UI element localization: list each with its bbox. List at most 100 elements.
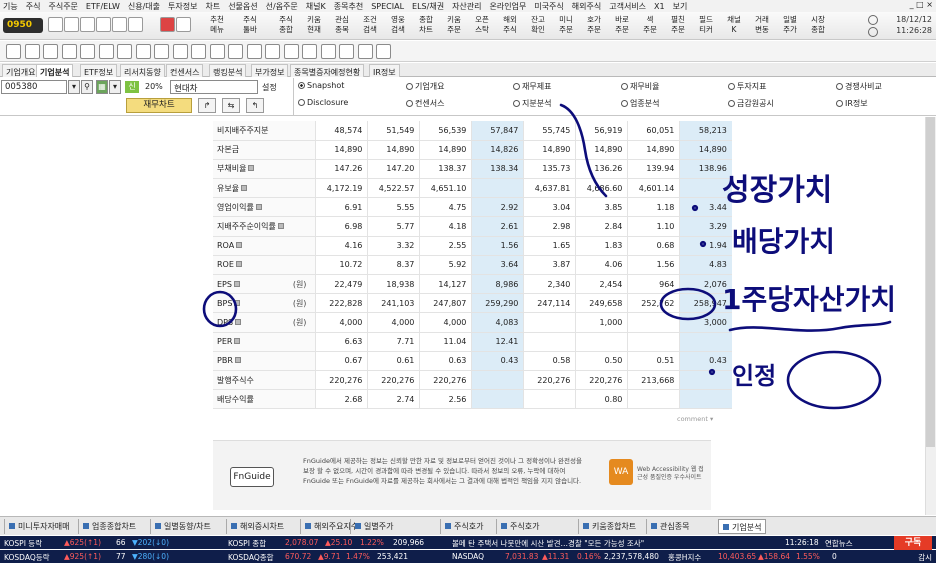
line-icon[interactable] [135, 44, 151, 59]
radio-dot[interactable] [836, 83, 843, 90]
cross-icon[interactable] [228, 44, 243, 59]
menu-item-5[interactable]: 투자정보 [168, 1, 197, 12]
info-icon[interactable] [248, 165, 255, 172]
expand-icon[interactable]: ↱ [198, 98, 216, 113]
vertical-scrollbar[interactable] [925, 117, 936, 515]
radio-dot[interactable] [406, 100, 413, 107]
menu-item-7[interactable]: 선물옵션 [228, 1, 257, 12]
toolbar-button-1[interactable]: 주식 툴바 [238, 15, 262, 35]
tab-1[interactable]: 기업분석 [36, 64, 74, 77]
info-icon[interactable] [234, 338, 241, 345]
clear-icon[interactable] [357, 44, 373, 59]
bottom-tab-3[interactable]: 해외증시차트 [226, 519, 288, 534]
menu-item-18[interactable]: X1 [654, 2, 665, 11]
info-icon[interactable] [236, 242, 243, 249]
menu-item-19[interactable]: 보기 [673, 1, 688, 12]
toolbar-button-21[interactable]: 시장 종합 [806, 15, 830, 35]
menu-item-17[interactable]: 고객서비스 [609, 1, 646, 12]
menu-item-4[interactable]: 신용/대출 [128, 1, 160, 12]
radio-option-0[interactable]: Snapshot [298, 81, 344, 90]
radio-option-7[interactable]: 컨센서스 [406, 98, 444, 109]
menu-item-15[interactable]: 미국주식 [534, 1, 563, 12]
toolbar-button-15[interactable]: 섹 주문 [638, 15, 662, 35]
toolbar-button-14[interactable]: 바로 주문 [610, 15, 634, 35]
menu-item-16[interactable]: 해외주식 [572, 1, 601, 12]
menu-item-13[interactable]: 자산관리 [452, 1, 481, 12]
toolbar-button-5[interactable]: 조건 검색 [358, 15, 382, 35]
watch-button[interactable]: 감시 [918, 552, 932, 563]
financial-chart-button[interactable]: 재무차트 [126, 98, 192, 113]
gear-icon[interactable] [176, 17, 191, 32]
radio-option-2[interactable]: 재무제표 [513, 81, 551, 92]
info-icon[interactable] [241, 184, 248, 191]
menu-item-2[interactable]: 주식주문 [48, 1, 77, 12]
bottom-tab-1[interactable]: 업종종합차트 [78, 519, 140, 534]
bars-icon[interactable] [376, 44, 391, 59]
toolbar-button-12[interactable]: 미니 주문 [554, 15, 578, 35]
screen-code-box[interactable]: 0950 [3, 18, 43, 33]
info-icon[interactable] [234, 299, 241, 306]
toolbar-button-9[interactable]: 오픈 스탁 [470, 15, 494, 35]
record-icon[interactable] [160, 17, 175, 32]
toolbar-button-6[interactable]: 영웅 검색 [386, 15, 410, 35]
tab-3[interactable]: 리서치동향 [120, 64, 165, 77]
bottom-tab-0[interactable]: 미니투자자매매 [4, 519, 74, 534]
cursor-icon[interactable] [117, 44, 132, 59]
radio-dot[interactable] [621, 100, 628, 107]
tab-4[interactable]: 컨센서스 [166, 64, 204, 77]
stock-code-input[interactable]: 005380 [1, 80, 67, 94]
radio-dot[interactable] [298, 82, 305, 89]
ellipse-icon[interactable] [302, 44, 317, 59]
toolbar-button-17[interactable]: 필드 티커 [694, 15, 718, 35]
menu-item-12[interactable]: ELS/채권 [412, 1, 444, 12]
radio-option-10[interactable]: 금감원공시 [728, 98, 774, 109]
stock-list-icon[interactable]: ▦ [96, 80, 108, 94]
channel-icon[interactable] [172, 44, 188, 59]
info-icon[interactable] [277, 223, 284, 230]
toolbar-button-19[interactable]: 거래 변동 [750, 15, 774, 35]
toolbar-button-4[interactable]: 관심 종목 [330, 15, 354, 35]
radio-dot[interactable] [513, 100, 520, 107]
menu-item-3[interactable]: ETF/ELW [86, 2, 120, 11]
toolbar-button-7[interactable]: 종합 차트 [414, 15, 438, 35]
toolbar-button-13[interactable]: 호가 주문 [582, 15, 606, 35]
toolbar-button-11[interactable]: 잔고 확인 [526, 15, 550, 35]
tab-6[interactable]: 부가정보 [251, 64, 289, 77]
radio-dot[interactable] [836, 100, 843, 107]
menu-item-10[interactable]: 종목추천 [334, 1, 363, 12]
note-icon[interactable] [64, 17, 79, 32]
text-icon[interactable] [246, 44, 262, 59]
tab-8[interactable]: IR정보 [369, 64, 400, 77]
camera-icon[interactable] [43, 44, 58, 59]
menu-item-1[interactable]: 주식 [26, 1, 41, 12]
window-controls[interactable]: _ □ × [910, 0, 933, 9]
brush-icon[interactable] [339, 44, 354, 59]
tab-0[interactable]: 기업개요 [2, 64, 40, 77]
bottom-tab-5[interactable]: 일별주가 [350, 519, 397, 534]
bottom-tab-6[interactable]: 주식호가 [440, 519, 487, 534]
save-icon[interactable] [24, 44, 40, 59]
toolbar-button-2[interactable]: 주식 종합 [274, 15, 298, 35]
pencil-icon[interactable] [48, 17, 63, 32]
eraser-icon[interactable] [320, 44, 336, 59]
bar-icon[interactable] [98, 44, 114, 59]
bottom-tab-9[interactable]: 관심종목 [646, 519, 693, 534]
radio-dot[interactable] [298, 99, 305, 106]
comment-link[interactable]: comment ▾ [677, 415, 713, 423]
radio-dot[interactable] [406, 83, 413, 90]
toolbar-button-3[interactable]: 키움 현재 [302, 15, 326, 35]
bottom-tab-10[interactable]: 기업분석 [718, 519, 767, 534]
restore-icon[interactable]: ↰ [246, 98, 264, 113]
bottom-tab-2[interactable]: 일별동향/차트 [150, 519, 215, 534]
radio-option-9[interactable]: 업종분석 [621, 98, 659, 109]
radio-option-6[interactable]: Disclosure [298, 98, 348, 107]
candle-icon[interactable] [80, 44, 95, 59]
person-icon[interactable] [112, 17, 127, 32]
grid-icon[interactable] [96, 17, 111, 32]
toolbar-button-10[interactable]: 해외 주식 [498, 15, 522, 35]
info-icon[interactable] [235, 261, 242, 268]
radio-dot[interactable] [513, 83, 520, 90]
arrow-icon[interactable] [265, 44, 280, 59]
tab-7[interactable]: 종목별증자예정현황 [290, 64, 365, 77]
hline-icon[interactable] [154, 44, 169, 59]
